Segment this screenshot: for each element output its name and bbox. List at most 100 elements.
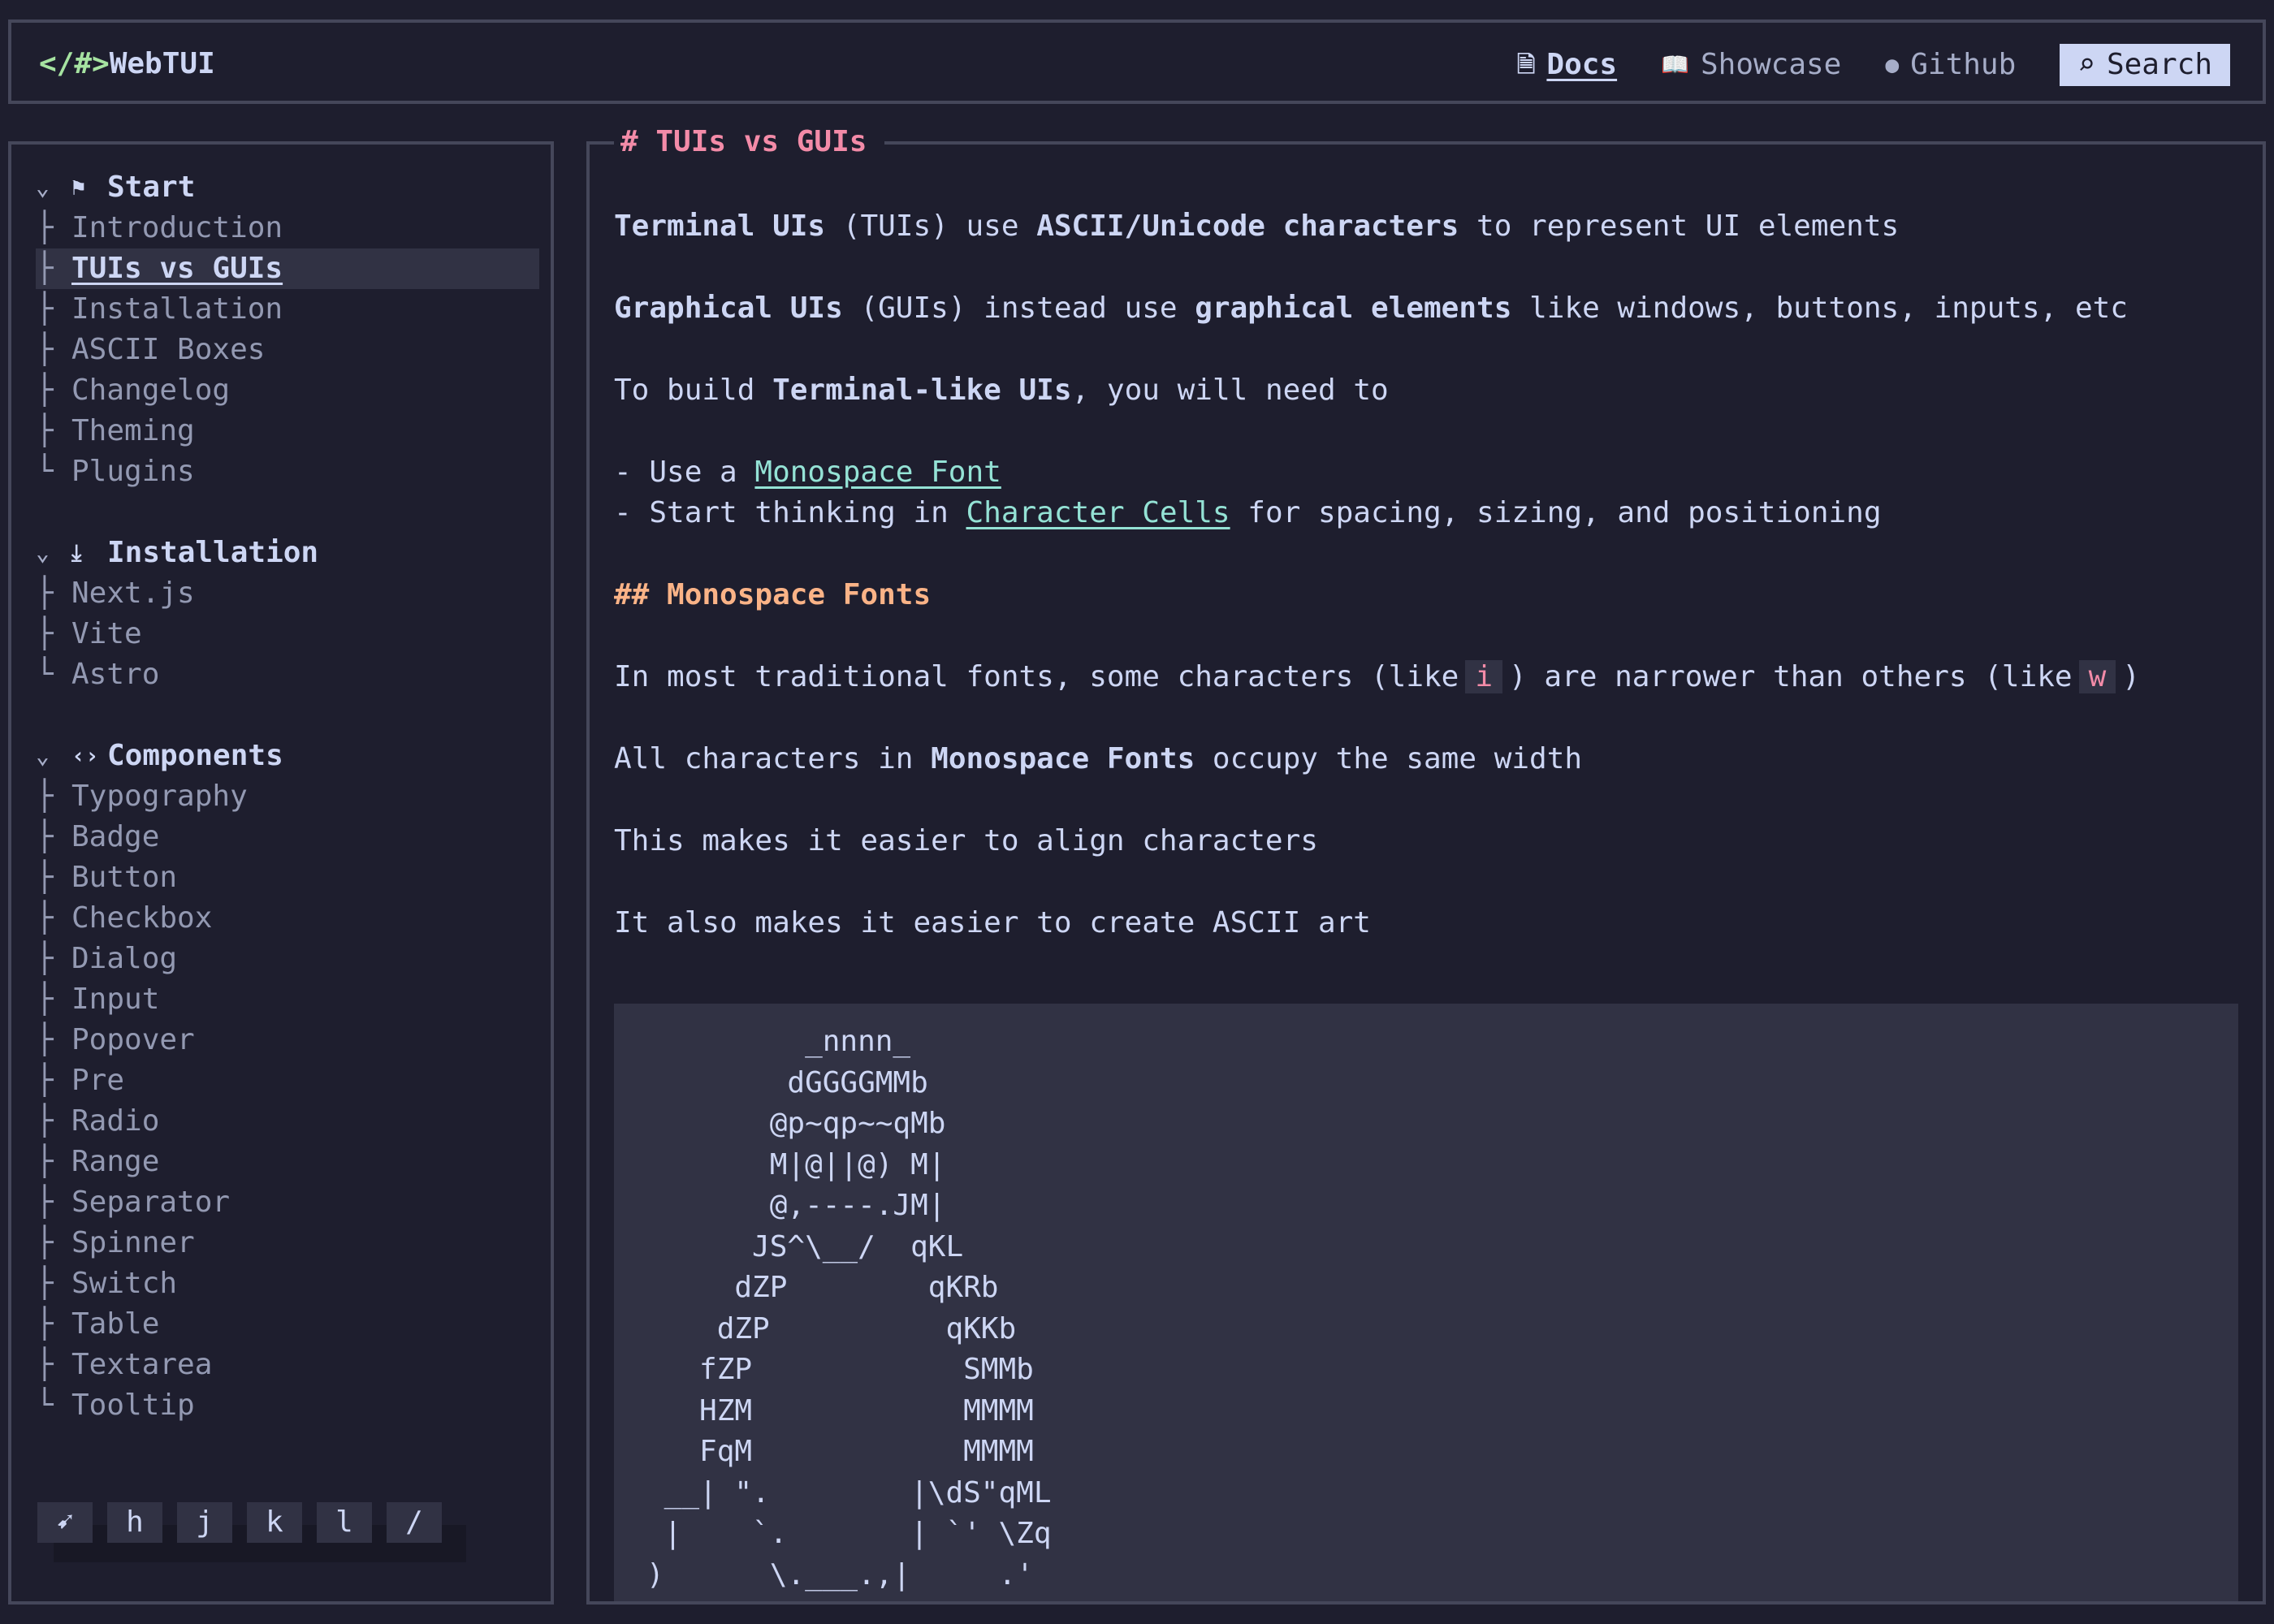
text: ) are narrower than others (like bbox=[1509, 660, 2073, 693]
search-button[interactable]: ⌕ Search bbox=[2060, 44, 2230, 86]
sidebar-item-label: Textarea bbox=[71, 1348, 213, 1381]
tree-branch: ├ bbox=[36, 333, 54, 366]
sidebar-item-label: Radio bbox=[71, 1104, 160, 1138]
tree-branch: └ bbox=[36, 455, 54, 488]
sidebar-group-title: Installation bbox=[107, 536, 319, 569]
sidebar-item-label: Range bbox=[71, 1145, 160, 1178]
sidebar-group-title: Start bbox=[107, 171, 196, 204]
sidebar-group-header[interactable]: ⌄ ‹› Components bbox=[36, 736, 539, 776]
sidebar-item-label: Checkbox bbox=[71, 901, 213, 935]
sidebar-item[interactable]: ├ Button bbox=[36, 857, 539, 898]
sidebar-item[interactable]: ├ Radio bbox=[36, 1101, 539, 1142]
ascii-art-block: _nnnn_ dGGGGMMb @p~qp~~qMb M|@||@) M| @,… bbox=[614, 1004, 2238, 1601]
top-bar: </#>WebTUI 🗎 Docs 📖 Showcase ● Github ⌕ … bbox=[8, 19, 2266, 104]
section-heading: ## Monospace Fonts bbox=[614, 578, 932, 611]
tree-branch: ├ bbox=[36, 1348, 54, 1381]
sidebar-item[interactable]: ├ Separator bbox=[36, 1182, 539, 1223]
tree-branch: ├ bbox=[36, 820, 54, 853]
inline-code: w bbox=[2078, 660, 2116, 693]
sidebar-item[interactable]: ├ Dialog bbox=[36, 939, 539, 979]
text: - Use a bbox=[614, 456, 755, 489]
key-hint: k bbox=[247, 1502, 302, 1543]
sidebar-item[interactable]: ├ Textarea bbox=[36, 1345, 539, 1385]
monospace-font-link[interactable]: Monospace Font bbox=[754, 456, 1001, 489]
download-icon: ⤓ bbox=[71, 539, 82, 566]
document-icon: 🗎 bbox=[1516, 51, 1536, 78]
nav-github-label: Github bbox=[1910, 48, 2017, 81]
text: ) bbox=[2122, 660, 2140, 693]
bold-text: Terminal UIs bbox=[614, 209, 826, 243]
bold-text: ASCII/Unicode characters bbox=[1036, 209, 1459, 243]
sidebar-item-label: ASCII Boxes bbox=[71, 333, 266, 366]
sidebar-item[interactable]: ├ Theming bbox=[36, 411, 539, 451]
sidebar-item[interactable]: ├ Badge bbox=[36, 817, 539, 857]
tree-branch: ├ bbox=[36, 1145, 54, 1178]
tree-branch: └ bbox=[36, 658, 54, 691]
sidebar-group: ⌄ ‹› Components ├ Typography ├ Badge ├ Button ├ Ch… bbox=[36, 736, 539, 1426]
code-icon: ‹› bbox=[71, 742, 99, 769]
text: (TUIs) use bbox=[825, 209, 1037, 243]
chevron-down-icon: ⌄ bbox=[36, 174, 50, 201]
tree-branch: ├ bbox=[36, 1064, 54, 1097]
sidebar-item-label: Tooltip bbox=[71, 1389, 195, 1422]
sidebar-item-label: Dialog bbox=[71, 942, 178, 975]
key-hint: l bbox=[317, 1502, 372, 1543]
sidebar-item[interactable]: ├ Pre bbox=[36, 1060, 539, 1101]
sidebar-item[interactable]: ├ Typography bbox=[36, 776, 539, 817]
tree-branch: ├ bbox=[36, 1023, 54, 1056]
tree-branch: ├ bbox=[36, 617, 54, 650]
sidebar-item-label: Spinner bbox=[71, 1226, 195, 1259]
sidebar-item[interactable]: └ Astro bbox=[36, 654, 539, 695]
sidebar-item-label: Typography bbox=[71, 780, 248, 813]
sidebar-group-header[interactable]: ⌄ ⚑ Start bbox=[36, 167, 539, 208]
text: to represent UI elements bbox=[1459, 209, 1900, 243]
sidebar-group-header[interactable]: ⌄ ⤓ Installation bbox=[36, 533, 539, 573]
sidebar-item[interactable]: ├ Switch bbox=[36, 1263, 539, 1304]
tree-branch: ├ bbox=[36, 252, 54, 285]
sidebar-item-label: Input bbox=[71, 983, 160, 1016]
sidebar-item[interactable]: ├ Changelog bbox=[36, 370, 539, 411]
sidebar-item-label: Installation bbox=[71, 292, 283, 326]
text: for spacing, sizing, and positioning bbox=[1230, 496, 1882, 529]
sidebar-item[interactable]: ├ Popover bbox=[36, 1020, 539, 1060]
sidebar-item[interactable]: ├ Introduction bbox=[36, 208, 539, 248]
list-item: - Start thinking in Character Cells for … bbox=[614, 493, 2238, 533]
inline-code: i bbox=[1465, 660, 1503, 693]
sidebar-item[interactable]: ├ TUIs vs GUIs bbox=[36, 248, 539, 289]
nav-showcase-label: Showcase bbox=[1700, 48, 1842, 81]
github-icon: ● bbox=[1885, 51, 1900, 78]
sidebar-item[interactable]: └ Plugins bbox=[36, 451, 539, 492]
sidebar-item[interactable]: ├ Spinner bbox=[36, 1223, 539, 1263]
nav-docs[interactable]: 🗎 Docs bbox=[1517, 45, 1617, 85]
sidebar-group: ⌄ ⚑ Start ├ Introduction ├ TUIs vs GUIs ├ Instal… bbox=[36, 167, 539, 492]
sidebar-item[interactable]: ├ Next.js bbox=[36, 573, 539, 614]
sidebar-item[interactable]: ├ Checkbox bbox=[36, 898, 539, 939]
sidebar-item[interactable]: ├ Table bbox=[36, 1304, 539, 1345]
logo[interactable]: </#>WebTUI bbox=[39, 44, 215, 84]
tree-branch: ├ bbox=[36, 577, 54, 610]
text: - Start thinking in bbox=[614, 496, 966, 529]
main-content: # TUIs vs GUIs Terminal UIs (TUIs) use A… bbox=[586, 122, 2266, 1605]
tree-branch: ├ bbox=[36, 1226, 54, 1259]
top-nav: 🗎 Docs 📖 Showcase ● Github ⌕ Search bbox=[1517, 44, 2230, 86]
sidebar-item[interactable]: ├ Range bbox=[36, 1142, 539, 1182]
logo-prefix: </#> bbox=[39, 47, 110, 80]
bold-text: Terminal-like UIs bbox=[772, 374, 1072, 407]
sidebar-item[interactable]: ├ ASCII Boxes bbox=[36, 330, 539, 370]
bold-text: Monospace Fonts bbox=[931, 742, 1195, 775]
sidebar-item-label: Theming bbox=[71, 414, 195, 447]
paragraph-guis: Graphical UIs (GUIs) instead use graphic… bbox=[614, 288, 2238, 329]
paragraph-monospace: All characters in Monospace Fonts occupy… bbox=[614, 739, 2238, 780]
text: , you will need to bbox=[1071, 374, 1389, 407]
chevron-down-icon: ⌄ bbox=[36, 539, 50, 566]
nav-showcase[interactable]: 📖 Showcase bbox=[1661, 45, 1841, 85]
character-cells-link[interactable]: Character Cells bbox=[966, 496, 1230, 529]
nav-github[interactable]: ● Github bbox=[1885, 45, 2016, 85]
sidebar-item[interactable]: └ Tooltip bbox=[36, 1385, 539, 1426]
sidebar-item[interactable]: ├ Vite bbox=[36, 614, 539, 654]
sidebar-item-label: Astro bbox=[71, 658, 160, 691]
sidebar-item[interactable]: ├ Input bbox=[36, 979, 539, 1020]
sidebar-item[interactable]: ├ Installation bbox=[36, 289, 539, 330]
sidebar-item-label: Vite bbox=[71, 617, 142, 650]
chevron-down-icon: ⌄ bbox=[36, 742, 50, 769]
